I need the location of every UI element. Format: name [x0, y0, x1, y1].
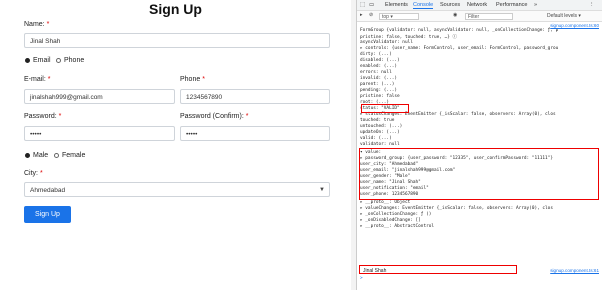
tab-sources[interactable]: Sources [440, 2, 460, 8]
console-toolbar: ▸ ⊘ top ▾ ◉ Filter Default levels ▾ [357, 11, 602, 22]
log-line: dirty: (...) [360, 52, 392, 57]
log-line: FormGroup {validator: null, asyncValidat… [360, 28, 559, 33]
value-highlight-box [359, 148, 599, 200]
log-line: untouched: (...) [360, 124, 403, 129]
filter-input[interactable]: Filter [465, 12, 513, 20]
page-title: Sign Up [149, 1, 202, 17]
log-line: pristine: false [360, 94, 400, 99]
tab-network[interactable]: Network [467, 2, 487, 8]
log-line: validator: null [360, 142, 400, 147]
phone-label: Phone * [180, 76, 205, 83]
email-label: E-mail: * [24, 76, 51, 83]
radio-selected-icon [25, 58, 30, 63]
name-label: Name: * [24, 21, 50, 28]
log-line: parent: (...) [360, 82, 395, 87]
log-line: invalid: (...) [360, 76, 398, 81]
tab-console[interactable]: Console [413, 2, 434, 9]
clear-console-icon[interactable]: ⊘ [369, 12, 373, 18]
log-line: asyncValidator: null [360, 40, 413, 45]
gender-male-radio[interactable]: Male [25, 152, 48, 159]
devtools-panel: ⬚ ▭ Elements Console Sources Network Per… [356, 0, 602, 290]
sign-up-button[interactable]: Sign Up [24, 206, 71, 223]
inspect-icon[interactable]: ⬚ [360, 2, 365, 8]
confirm-password-input[interactable]: ••••• [180, 126, 330, 141]
console-output: FormGroup {validator: null, asyncValidat… [357, 22, 602, 290]
password-input[interactable]: ••••• [24, 126, 175, 141]
signup-form-panel: Sign Up Name: * Jinal Shah Email Phone E… [0, 0, 351, 290]
levels-select[interactable]: Default levels ▾ [547, 13, 581, 19]
more-menu-icon[interactable]: ⋮ [589, 2, 595, 8]
name-input[interactable]: Jinal Shah [24, 33, 330, 48]
log-line: valid: (...) [360, 136, 392, 141]
city-label: City: * [24, 170, 43, 177]
log-line: disabled: (...) [360, 58, 400, 63]
log-line[interactable]: ▸ _onDisabledChange: [] [360, 218, 421, 223]
log-line[interactable]: ▸ valueChanges: EventEmitter {_isScalar:… [360, 206, 553, 211]
console-prompt[interactable]: > [360, 276, 363, 281]
log-line[interactable]: ▸ __proto__: Object [360, 200, 410, 205]
log-line[interactable]: ▸ __proto__: AbstractControl [360, 224, 434, 229]
device-toggle-icon[interactable]: ▭ [369, 2, 374, 8]
eye-icon[interactable]: ◉ [453, 12, 457, 18]
city-select[interactable]: Ahmedabad ▼ [24, 182, 330, 197]
confirm-password-label: Password (Confirm): * [180, 113, 249, 120]
email-input[interactable]: jinalshah999@gmail.com [24, 89, 175, 104]
log-line[interactable]: ▸ controls: {user_name: FormControl, use… [360, 46, 558, 51]
tab-performance[interactable]: Performance [496, 2, 528, 8]
more-tabs-icon[interactable]: » [534, 2, 537, 8]
sidebar-toggle-icon[interactable]: ▸ [360, 12, 363, 18]
log-line: touched: true [360, 118, 395, 123]
log-line[interactable]: ▸ _onCollectionChange: ƒ () [360, 212, 431, 217]
log-line: errors: null [360, 70, 392, 75]
tab-elements[interactable]: Elements [385, 2, 408, 8]
log-line: pending: (...) [360, 88, 398, 93]
log-line: updateOn: (...) [360, 130, 400, 135]
radio-empty-icon [54, 153, 59, 158]
log-highlight-box [359, 265, 517, 274]
radio-selected-icon [25, 153, 30, 158]
log-source-link[interactable]: signup.component.ts:61 [550, 268, 599, 273]
status-highlight-box [361, 104, 409, 113]
context-select[interactable]: top ▾ [379, 12, 419, 20]
radio-empty-icon [56, 58, 61, 63]
chevron-down-icon: ▼ [319, 187, 325, 193]
phone-input[interactable]: 1234567890 [180, 89, 330, 104]
gender-female-radio[interactable]: Female [54, 152, 85, 159]
notify-phone-radio[interactable]: Phone [56, 57, 84, 64]
devtools-tab-bar: ⬚ ▭ Elements Console Sources Network Per… [357, 0, 602, 11]
notify-email-radio[interactable]: Email [25, 57, 51, 64]
log-line: enabled: (...) [360, 64, 398, 69]
password-label: Password: * [24, 113, 62, 120]
log-source-link[interactable]: signup.component.ts:60 [550, 23, 599, 28]
